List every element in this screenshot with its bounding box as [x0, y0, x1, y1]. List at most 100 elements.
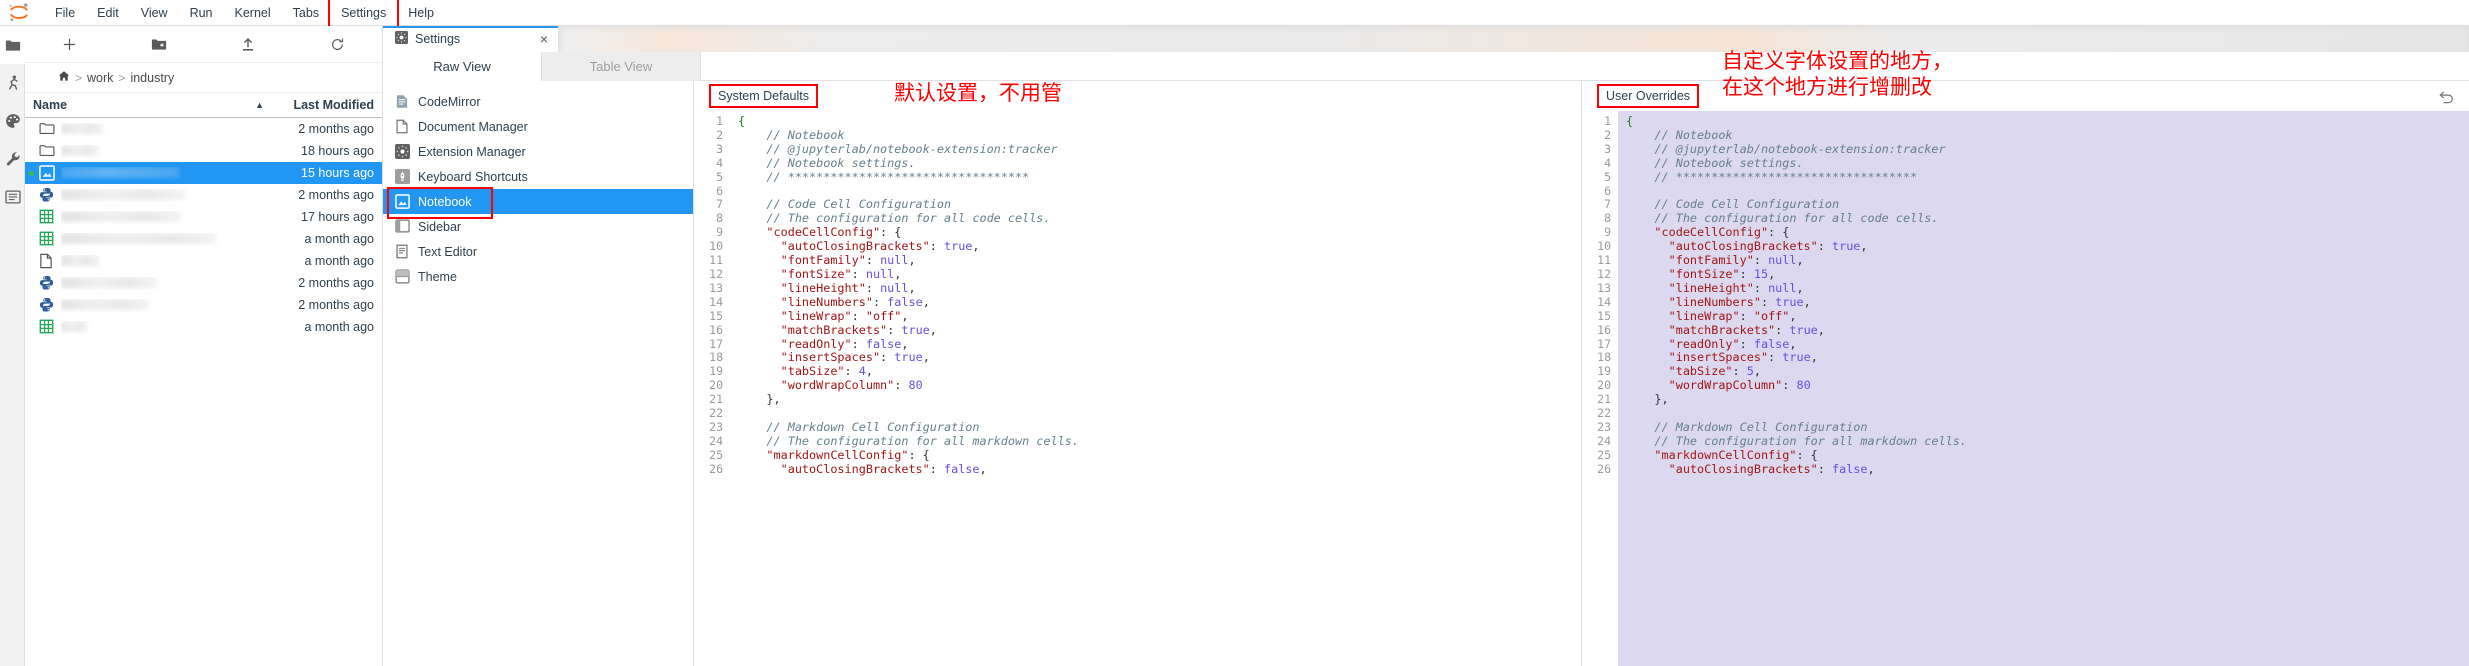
file-list-item[interactable]: a month ago	[25, 316, 382, 338]
folder-icon	[5, 38, 21, 52]
code-token-plain: : {	[1796, 447, 1818, 462]
file-list-item[interactable]: 17 hours ago	[25, 206, 382, 228]
file-list-item[interactable]: 2 months ago	[25, 294, 382, 316]
tab-raw-view[interactable]: Raw View	[383, 52, 542, 81]
code-token-atom: null	[865, 266, 895, 281]
column-header-name[interactable]: Name ▲	[25, 98, 272, 112]
code-token-str: "off"	[1753, 308, 1790, 323]
breadcrumb-part-work[interactable]: work	[87, 71, 113, 85]
menu-tabs[interactable]: Tabs	[282, 2, 330, 24]
plugin-notebook[interactable]: Notebook	[383, 187, 693, 219]
menu-kernel[interactable]: Kernel	[224, 2, 282, 24]
code-line: // @jupyterlab/notebook-extension:tracke…	[738, 142, 1581, 157]
rail-file-browser[interactable]	[0, 26, 25, 64]
line-number: 12	[709, 266, 723, 281]
rail-command-palette[interactable]	[0, 102, 25, 140]
menu-item-list: File Edit View Run Kernel Tabs Settings Help	[44, 0, 445, 29]
menu-file[interactable]: File	[44, 2, 86, 24]
code-token-key: "fontSize"	[1626, 266, 1740, 281]
line-number: 23	[1597, 419, 1611, 434]
tab-settings[interactable]: Settings ×	[383, 26, 558, 52]
rail-running-terminals[interactable]	[0, 64, 25, 102]
file-list-item[interactable]: a month ago	[25, 228, 382, 250]
menu-help[interactable]: Help	[397, 2, 445, 24]
line-number: 10	[709, 239, 723, 254]
menu-bar: File Edit View Run Kernel Tabs Settings Help	[0, 0, 2469, 29]
code-token-atom: null	[880, 253, 909, 268]
code-token-key: "tabSize"	[738, 364, 845, 379]
menu-settings[interactable]: Settings	[328, 0, 400, 29]
user-overrides-code-area[interactable]: 1 2 3 4 5 6 7 8 9 10 11 12 13 14 15 16 17 18 19 20 21 22 23 24 2…	[1582, 111, 2469, 666]
line-number: 16	[709, 322, 723, 337]
code-token-atom: null	[1768, 253, 1797, 268]
code-line: // Notebook settings.	[1626, 156, 2469, 171]
column-header-last-modified[interactable]: Last Modified	[272, 98, 382, 112]
wrench-icon	[5, 151, 21, 167]
python-icon	[39, 275, 55, 291]
code-line: // Notebook	[1626, 128, 2469, 143]
code-token-plain: ,	[1789, 308, 1797, 323]
code-token-com: // Code Cell Configuration	[1626, 197, 1840, 212]
code-token-com: // The configuration for all markdown ce…	[1626, 433, 1967, 448]
plugin-label: Notebook	[418, 194, 472, 209]
file-name-redacted	[61, 188, 272, 202]
file-list-item[interactable]: 2 months ago	[25, 184, 382, 206]
new-launcher-button[interactable]	[25, 26, 114, 63]
code-token-plain: :	[1739, 266, 1754, 281]
plugin-text-editor[interactable]: Text Editor	[383, 239, 693, 264]
system-defaults-code[interactable]: { // Notebook // @jupyterlab/notebook-ex…	[730, 111, 1581, 666]
menu-run[interactable]: Run	[179, 2, 224, 24]
sort-ascending-icon[interactable]: ▲	[255, 100, 264, 110]
breadcrumb[interactable]: > work > industry	[25, 63, 382, 93]
plugin-keyboard-shortcuts[interactable]: Keyboard Shortcuts	[383, 164, 693, 189]
code-token-plain: :	[851, 266, 866, 281]
home-icon[interactable]	[58, 70, 70, 85]
rail-table-of-contents[interactable]	[0, 178, 25, 216]
line-number: 14	[709, 294, 723, 309]
system-defaults-code-area[interactable]: 1 2 3 4 5 6 7 8 9 10 11 12 13 14 15 16 17 18 19 20 21 22 23 24 2…	[694, 111, 1581, 666]
file-list-item[interactable]: 18 hours ago	[25, 140, 382, 162]
code-line: // **********************************	[738, 170, 1581, 185]
folder-icon	[39, 143, 55, 159]
rail-property-inspector[interactable]	[0, 140, 25, 178]
tab-table-view[interactable]: Table View	[542, 52, 701, 81]
upload-files-button[interactable]	[204, 26, 293, 63]
code-token-plain: ,	[865, 364, 873, 379]
code-token-key: "autoClosingBrackets"	[1626, 239, 1818, 254]
plugin-document-manager[interactable]: Document Manager	[383, 114, 693, 139]
file-list-item[interactable]: a month ago	[25, 250, 382, 272]
file-browser-panel: > work > industry Name ▲ Last Modified 2…	[25, 26, 383, 666]
menu-edit[interactable]: Edit	[86, 2, 130, 24]
line-number: 24	[1597, 433, 1611, 448]
line-number: 12	[1597, 266, 1611, 281]
line-number: 9	[716, 225, 723, 240]
file-list-item[interactable]: 15 hours ago	[25, 162, 382, 184]
undo-icon[interactable]	[2438, 89, 2455, 109]
user-overrides-code[interactable]: { // Notebook // @jupyterlab/notebook-ex…	[1618, 111, 2469, 666]
code-token-atom: false	[887, 294, 923, 309]
code-token-key: "tabSize"	[1626, 364, 1733, 379]
tab-obscured[interactable]	[561, 28, 2467, 54]
file-list-item[interactable]: 2 months ago	[25, 272, 382, 294]
extension-icon	[395, 144, 410, 159]
plugin-codemirror[interactable]: CodeMirror	[383, 89, 693, 114]
file-list-item[interactable]: 2 months ago	[25, 118, 382, 140]
refresh-button[interactable]	[293, 26, 382, 63]
plugin-list: CodeMirror Document Manager Extension Mana…	[383, 81, 694, 666]
plugin-sidebar[interactable]: Sidebar	[383, 214, 693, 239]
code-token-key: "wordWrapColumn"	[738, 378, 895, 393]
redaction-block	[61, 276, 157, 288]
menu-view[interactable]: View	[130, 2, 179, 24]
code-token-key: "autoClosingBrackets"	[1626, 461, 1818, 476]
plugin-theme[interactable]: Theme	[383, 264, 693, 289]
close-icon[interactable]: ×	[540, 32, 548, 46]
plugin-extension-manager[interactable]: Extension Manager	[383, 139, 693, 164]
file-name-redacted	[61, 298, 272, 312]
line-number: 21	[1597, 392, 1611, 407]
code-token-key: "autoClosingBrackets"	[738, 461, 930, 476]
line-number: 16	[1597, 322, 1611, 337]
codemirror-icon	[395, 94, 410, 109]
line-number: 17	[709, 336, 723, 351]
breadcrumb-part-industry[interactable]: industry	[130, 71, 174, 85]
new-folder-button[interactable]	[114, 26, 203, 63]
